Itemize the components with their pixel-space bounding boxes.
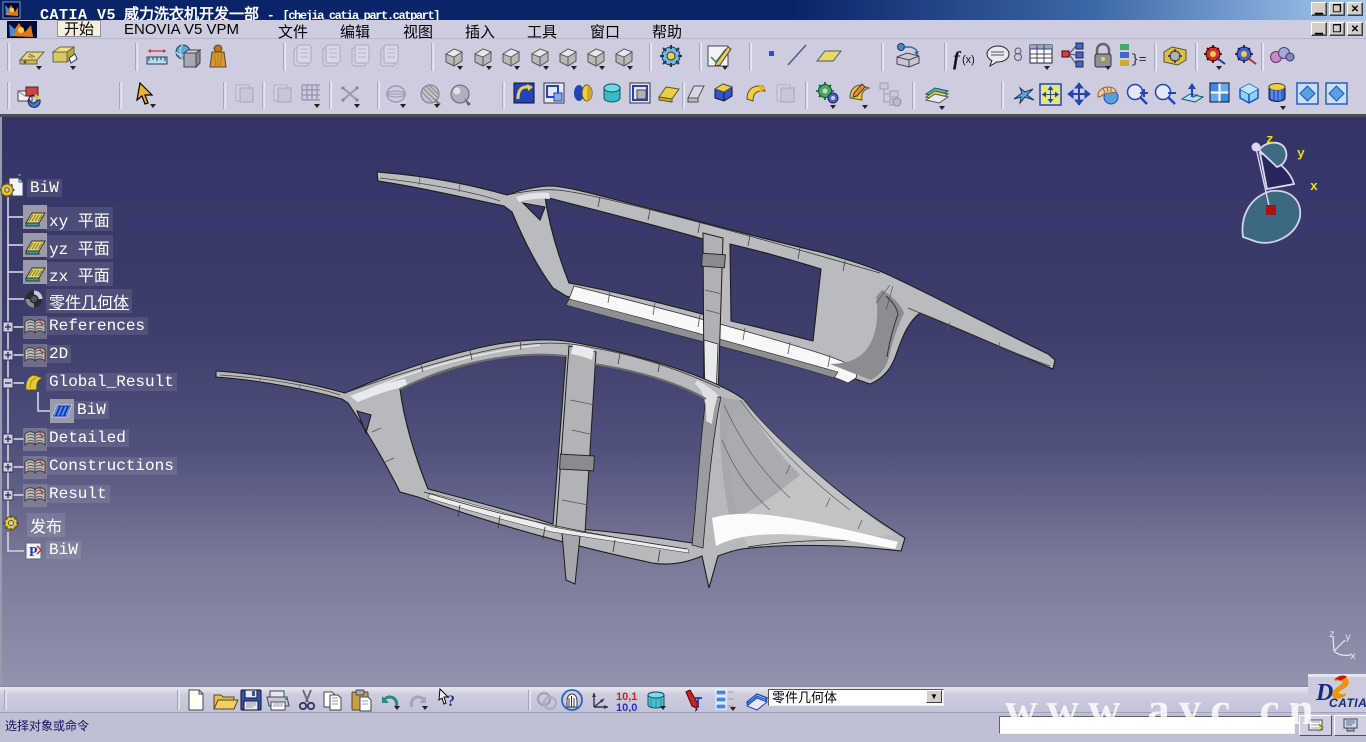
- svg-text:z: z: [1329, 630, 1335, 641]
- svg-text:(x): (x): [962, 54, 975, 66]
- svg-text:f: f: [953, 48, 962, 70]
- svg-text:y: y: [1345, 633, 1351, 644]
- svg-text:P: P: [29, 545, 38, 560]
- svg-text:CATIA: CATIA: [1329, 696, 1366, 710]
- svg-text:?: ?: [447, 693, 455, 710]
- svg-text:x: x: [1350, 652, 1356, 663]
- svg-text:y: y: [1297, 146, 1305, 161]
- svg-text:z: z: [1266, 132, 1274, 147]
- svg-text:x: x: [1310, 179, 1318, 194]
- svg-text:}=: }=: [1131, 52, 1147, 67]
